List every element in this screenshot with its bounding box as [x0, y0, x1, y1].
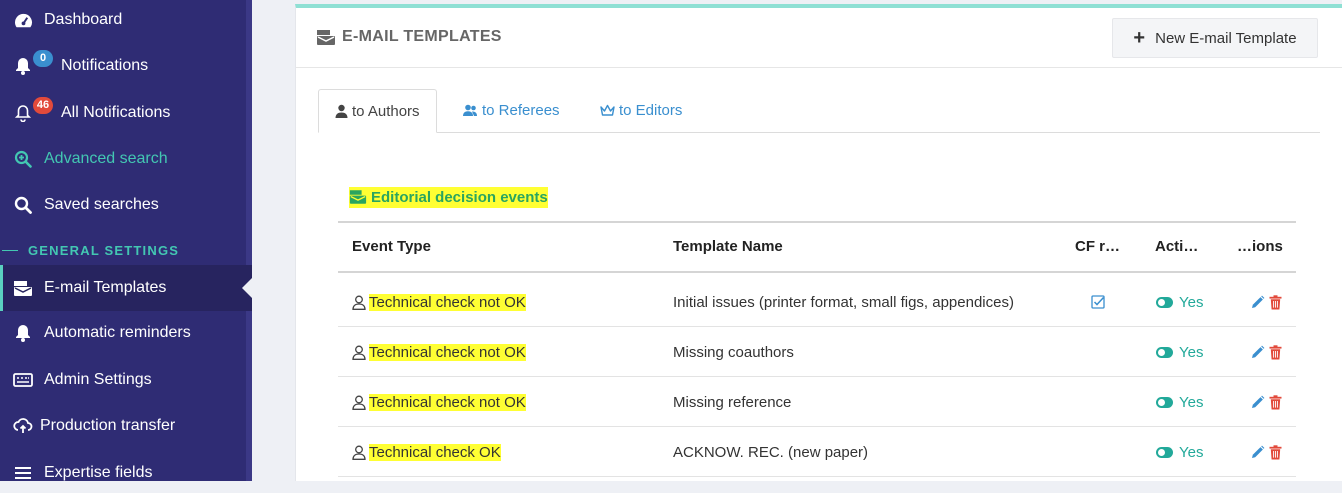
sidebar-item-label: E-mail Templates — [44, 279, 167, 296]
sidebar-item-label: Expertise fields — [44, 464, 153, 481]
keyboard-icon — [13, 370, 33, 390]
sidebar-item-expertise-fields[interactable]: Expertise fields — [0, 453, 252, 493]
table-row: Technical check not OK Initial issues (p… — [338, 277, 1296, 327]
active-toggle[interactable]: Yes — [1156, 327, 1203, 377]
row-actions — [1250, 277, 1282, 327]
bell-icon — [13, 56, 33, 76]
sidebar-item-label: Advanced search — [44, 150, 168, 167]
user-outline-icon — [352, 295, 366, 310]
tab-to-authors[interactable]: to Authors — [318, 89, 437, 133]
active-toggle[interactable]: Yes — [1156, 377, 1203, 427]
trash-icon[interactable] — [1269, 294, 1282, 310]
table-row: Technical check OK ACKNOW. REC. (new pap… — [338, 427, 1296, 477]
sidebar-item-label: Saved searches — [44, 196, 159, 213]
event-type-cell: Technical check not OK — [352, 377, 526, 427]
email-templates-card: E-MAIL TEMPLATES + New E-mail Template t… — [295, 4, 1342, 481]
event-type-cell: Technical check OK — [352, 427, 501, 477]
toggle-on-icon — [1156, 396, 1173, 408]
sidebar-item-label: Production transfer — [40, 417, 176, 434]
row-actions — [1250, 427, 1282, 477]
sidebar-item-production-transfer[interactable]: Production transfer — [0, 406, 252, 446]
recipient-tabs: to Authors to Referees to Editors — [318, 89, 1320, 133]
sidebar-item-label: Admin Settings — [44, 371, 152, 388]
cloud-upload-icon — [13, 416, 33, 436]
bell-outline-icon — [13, 103, 33, 123]
sidebar-item-label: Notifications — [61, 57, 149, 74]
crown-icon — [600, 104, 615, 117]
mail-stack-icon — [316, 29, 336, 46]
event-type-cell: Technical check not OK — [352, 327, 526, 377]
active-toggle[interactable]: Yes — [1156, 427, 1203, 477]
tab-to-editors[interactable]: to Editors — [584, 89, 698, 132]
toggle-on-icon — [1156, 346, 1173, 358]
toggle-on-icon — [1156, 296, 1173, 308]
dashboard-icon — [13, 10, 33, 30]
heading-highlight: Editorial decision events — [349, 186, 548, 208]
section-divider — [2, 249, 18, 251]
column-header-template-name[interactable]: Template Name — [673, 223, 783, 271]
sidebar-item-dashboard[interactable]: Dashboard — [0, 0, 252, 40]
toggle-on-icon — [1156, 446, 1173, 458]
template-name-cell: ACKNOW. REC. (new paper) — [673, 443, 869, 461]
column-header-active[interactable]: Acti… — [1155, 223, 1198, 271]
editorial-decision-events-heading: Editorial decision events — [349, 184, 548, 210]
active-item-caret — [242, 278, 252, 298]
trash-icon[interactable] — [1269, 344, 1282, 360]
trash-icon[interactable] — [1269, 394, 1282, 410]
trash-icon[interactable] — [1269, 444, 1282, 460]
users-icon — [463, 104, 478, 117]
tab-to-referees[interactable]: to Referees — [447, 89, 576, 132]
pencil-icon[interactable] — [1250, 345, 1265, 360]
page-title: E-MAIL TEMPLATES — [316, 28, 502, 46]
checked-square-icon — [1091, 295, 1105, 309]
row-actions — [1250, 327, 1282, 377]
plus-icon: + — [1133, 27, 1146, 49]
active-toggle[interactable]: Yes — [1156, 277, 1203, 327]
new-email-template-button[interactable]: + New E-mail Template — [1112, 18, 1318, 58]
pencil-icon[interactable] — [1250, 395, 1265, 410]
section-label-general-settings: GENERAL SETTINGS — [0, 240, 252, 260]
table-row: Technical check not OK Missing coauthors… — [338, 327, 1296, 377]
pencil-icon[interactable] — [1250, 445, 1265, 460]
mail-stack-icon — [13, 278, 33, 298]
column-header-actions[interactable]: …ions — [1237, 223, 1283, 271]
template-name-cell: Initial issues (printer format, small fi… — [673, 293, 1014, 311]
sidebar: Dashboard Notifications 0 All Notificati… — [0, 0, 252, 481]
cf-checkbox[interactable] — [1091, 277, 1105, 327]
sidebar-item-label: All Notifications — [61, 104, 171, 121]
sidebar-item-advanced-search[interactable]: Advanced search — [0, 139, 252, 179]
search-plus-icon — [13, 149, 33, 169]
table-header: Event Type Template Name CF r… Acti… …io… — [338, 221, 1296, 273]
event-type-cell: Technical check not OK — [352, 277, 526, 327]
template-name-cell: Missing coauthors — [673, 343, 794, 361]
sidebar-item-label: Automatic reminders — [44, 324, 191, 341]
template-name-cell: Missing reference — [673, 393, 792, 411]
card-header: E-MAIL TEMPLATES + New E-mail Template — [296, 8, 1342, 68]
sidebar-item-automatic-reminders[interactable]: Automatic reminders — [0, 313, 252, 353]
pencil-icon[interactable] — [1250, 295, 1265, 310]
mail-stack-icon — [349, 189, 367, 205]
sidebar-item-admin-settings[interactable]: Admin Settings — [0, 360, 252, 400]
user-outline-icon — [352, 445, 366, 460]
sidebar-item-label: Dashboard — [44, 11, 123, 28]
list-icon — [13, 463, 33, 483]
bell-icon — [13, 323, 33, 343]
table-row: Technical check not OK Missing reference… — [338, 377, 1296, 427]
all-notifications-count-badge: 46 — [33, 97, 53, 114]
notification-count-badge: 0 — [33, 50, 53, 67]
column-header-event-type[interactable]: Event Type — [352, 223, 431, 271]
user-outline-icon — [352, 395, 366, 410]
user-outline-icon — [352, 345, 366, 360]
user-icon — [335, 104, 348, 118]
row-actions — [1250, 377, 1282, 427]
column-header-cf[interactable]: CF r… — [1075, 223, 1120, 271]
sidebar-item-saved-searches[interactable]: Saved searches — [0, 185, 252, 225]
search-icon — [13, 195, 33, 215]
sidebar-item-email-templates[interactable]: E-mail Templates — [0, 265, 252, 311]
